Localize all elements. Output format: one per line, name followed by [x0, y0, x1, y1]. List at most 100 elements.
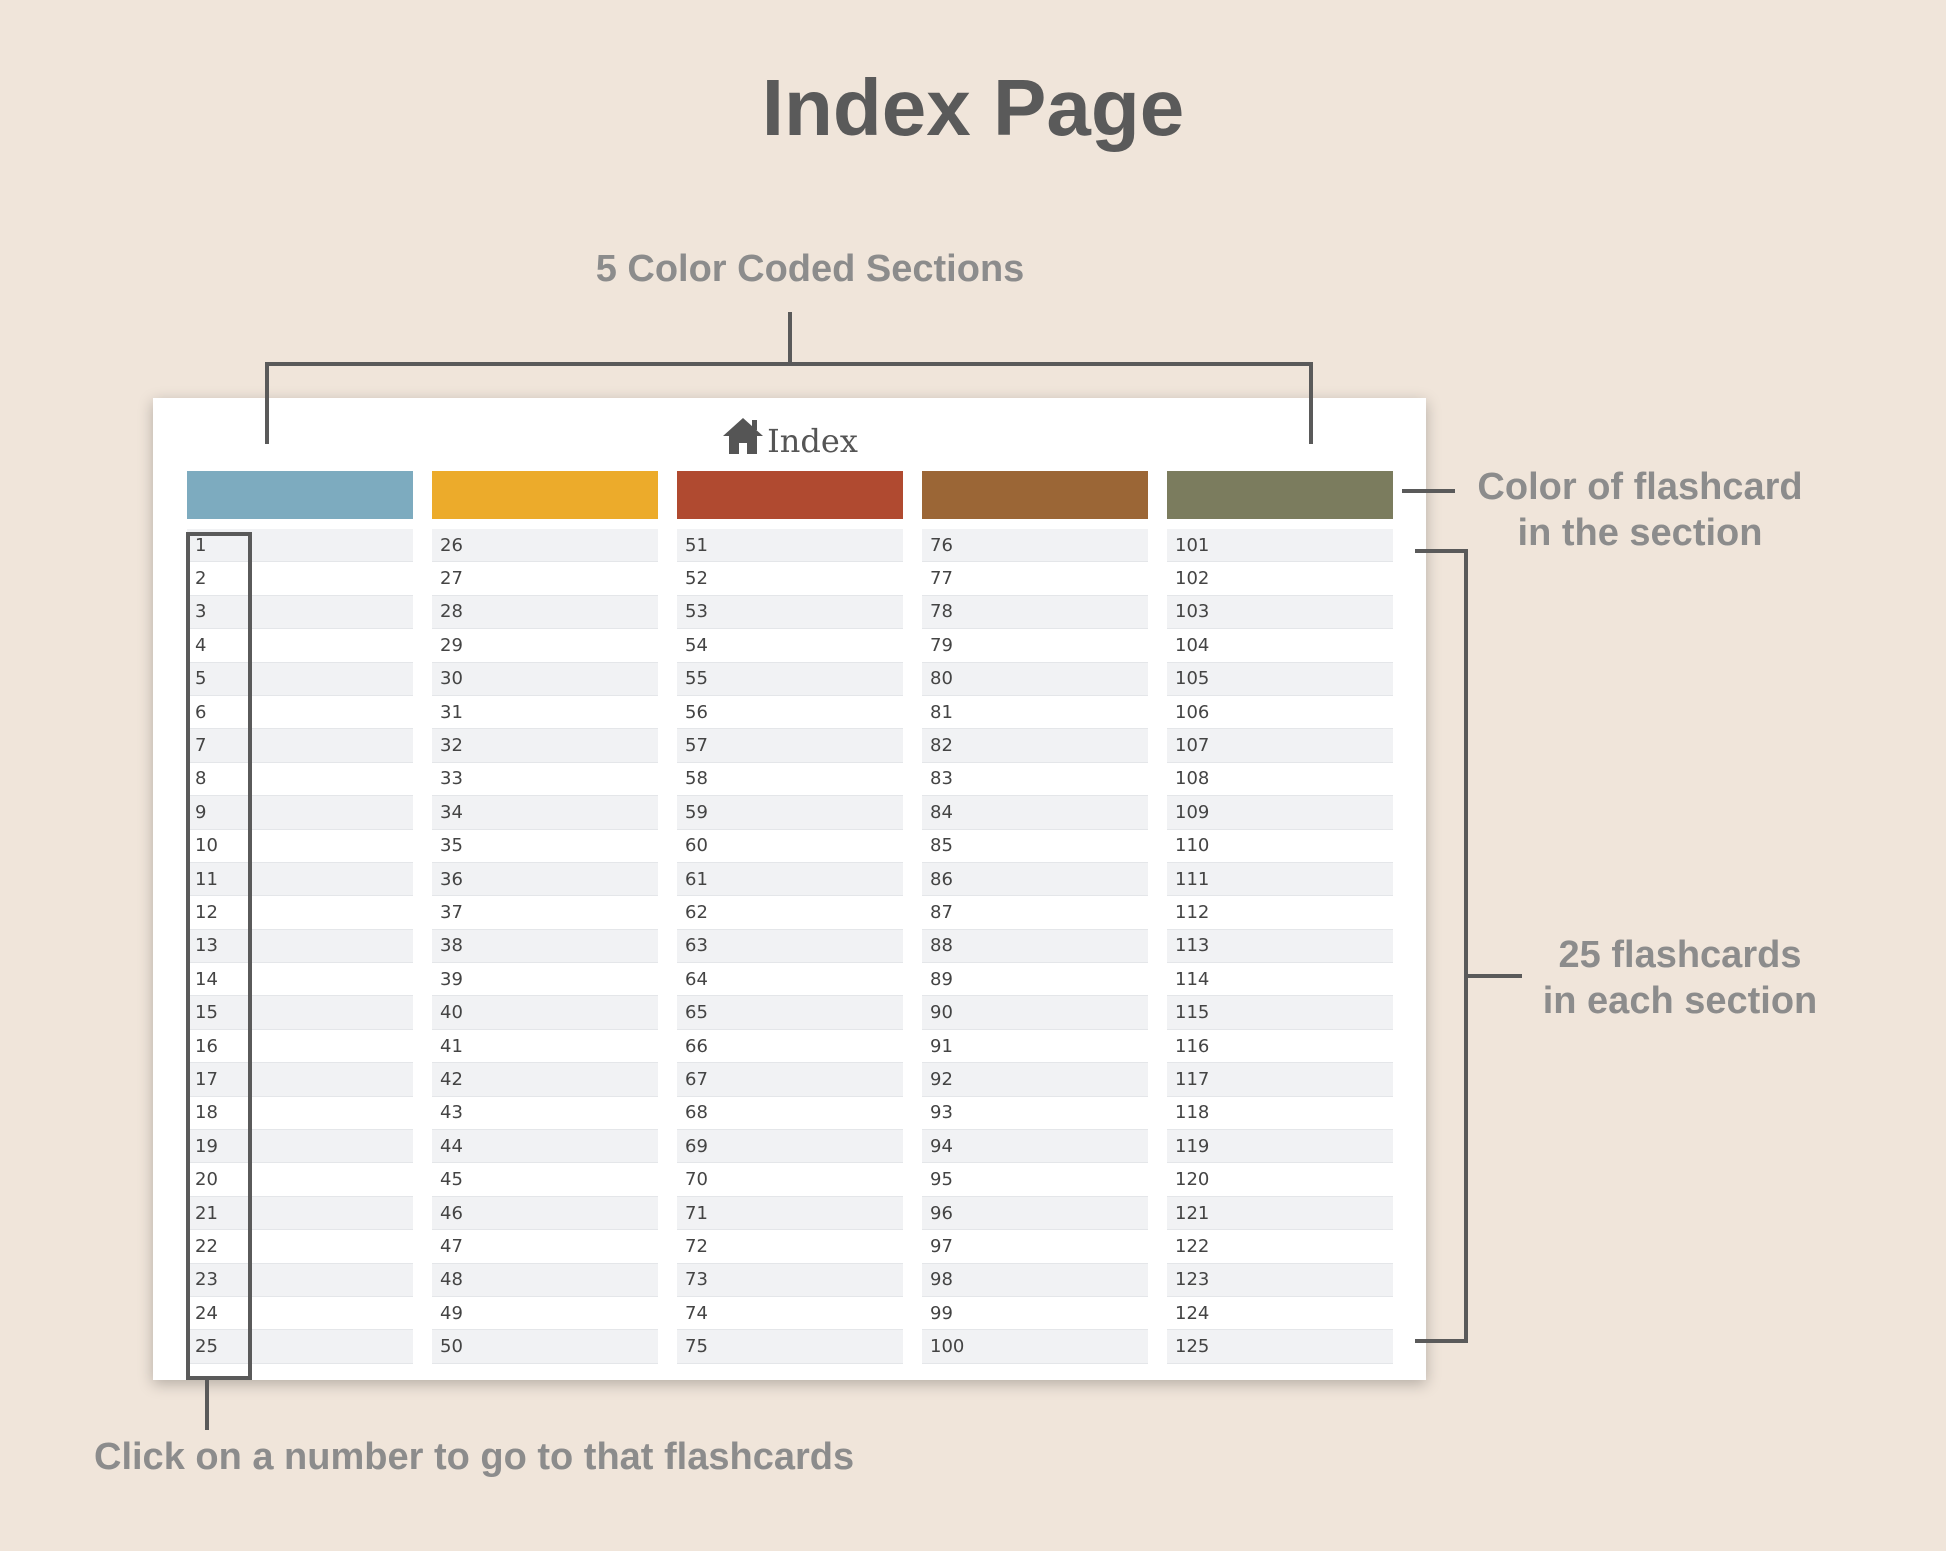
- flashcard-number-link[interactable]: 102: [1167, 562, 1393, 596]
- flashcard-number-link[interactable]: 66: [677, 1029, 903, 1064]
- flashcard-number-link[interactable]: 101: [1167, 529, 1393, 563]
- flashcard-number-link[interactable]: 63: [677, 929, 903, 964]
- flashcard-number-link[interactable]: 111: [1167, 862, 1393, 897]
- flashcard-number-link[interactable]: 29: [432, 629, 658, 663]
- flashcard-number-link[interactable]: 108: [1167, 762, 1393, 797]
- flashcard-number-link[interactable]: 119: [1167, 1130, 1393, 1164]
- flashcard-number-link[interactable]: 31: [432, 695, 658, 730]
- flashcard-number-link[interactable]: 117: [1167, 1063, 1393, 1097]
- flashcard-number-link[interactable]: 94: [922, 1130, 1148, 1164]
- flashcard-number-link[interactable]: 105: [1167, 662, 1393, 696]
- flashcard-number-link[interactable]: 51: [677, 529, 903, 563]
- flashcard-number-link[interactable]: 116: [1167, 1029, 1393, 1064]
- flashcard-number-link[interactable]: 24: [187, 1296, 413, 1331]
- flashcard-number-link[interactable]: 49: [432, 1296, 658, 1331]
- flashcard-number-link[interactable]: 56: [677, 695, 903, 730]
- flashcard-number-link[interactable]: 100: [922, 1330, 1148, 1364]
- flashcard-number-link[interactable]: 93: [922, 1096, 1148, 1131]
- flashcard-number-link[interactable]: 86: [922, 862, 1148, 897]
- flashcard-number-link[interactable]: 73: [677, 1263, 903, 1297]
- flashcard-number-link[interactable]: 91: [922, 1029, 1148, 1064]
- flashcard-number-link[interactable]: 35: [432, 829, 658, 863]
- flashcard-number-link[interactable]: 69: [677, 1130, 903, 1164]
- flashcard-number-link[interactable]: 121: [1167, 1196, 1393, 1231]
- flashcard-number-link[interactable]: 39: [432, 963, 658, 997]
- flashcard-number-link[interactable]: 38: [432, 929, 658, 964]
- flashcard-number-link[interactable]: 120: [1167, 1163, 1393, 1197]
- flashcard-number-link[interactable]: 84: [922, 796, 1148, 830]
- flashcard-number-link[interactable]: 98: [922, 1263, 1148, 1297]
- flashcard-number-link[interactable]: 104: [1167, 629, 1393, 663]
- flashcard-number-link[interactable]: 11: [187, 862, 413, 897]
- flashcard-number-link[interactable]: 89: [922, 963, 1148, 997]
- flashcard-number-link[interactable]: 9: [187, 796, 413, 830]
- flashcard-number-link[interactable]: 64: [677, 963, 903, 997]
- flashcard-number-link[interactable]: 67: [677, 1063, 903, 1097]
- flashcard-number-link[interactable]: 50: [432, 1330, 658, 1364]
- flashcard-number-link[interactable]: 110: [1167, 829, 1393, 863]
- flashcard-number-link[interactable]: 2: [187, 562, 413, 596]
- flashcard-number-link[interactable]: 76: [922, 529, 1148, 563]
- flashcard-number-link[interactable]: 115: [1167, 996, 1393, 1030]
- flashcard-number-link[interactable]: 22: [187, 1230, 413, 1264]
- flashcard-number-link[interactable]: 59: [677, 796, 903, 830]
- flashcard-number-link[interactable]: 75: [677, 1330, 903, 1364]
- flashcard-number-link[interactable]: 26: [432, 529, 658, 563]
- flashcard-number-link[interactable]: 54: [677, 629, 903, 663]
- flashcard-number-link[interactable]: 23: [187, 1263, 413, 1297]
- flashcard-number-link[interactable]: 99: [922, 1296, 1148, 1331]
- flashcard-number-link[interactable]: 32: [432, 729, 658, 763]
- flashcard-number-link[interactable]: 61: [677, 862, 903, 897]
- flashcard-number-link[interactable]: 88: [922, 929, 1148, 964]
- flashcard-number-link[interactable]: 40: [432, 996, 658, 1030]
- flashcard-number-link[interactable]: 82: [922, 729, 1148, 763]
- flashcard-number-link[interactable]: 96: [922, 1196, 1148, 1231]
- flashcard-number-link[interactable]: 18: [187, 1096, 413, 1131]
- flashcard-number-link[interactable]: 113: [1167, 929, 1393, 964]
- flashcard-number-link[interactable]: 30: [432, 662, 658, 696]
- flashcard-number-link[interactable]: 12: [187, 896, 413, 930]
- flashcard-number-link[interactable]: 20: [187, 1163, 413, 1197]
- flashcard-number-link[interactable]: 74: [677, 1296, 903, 1331]
- flashcard-number-link[interactable]: 34: [432, 796, 658, 830]
- flashcard-number-link[interactable]: 70: [677, 1163, 903, 1197]
- flashcard-number-link[interactable]: 125: [1167, 1330, 1393, 1364]
- flashcard-number-link[interactable]: 16: [187, 1029, 413, 1064]
- flashcard-number-link[interactable]: 122: [1167, 1230, 1393, 1264]
- flashcard-number-link[interactable]: 27: [432, 562, 658, 596]
- flashcard-number-link[interactable]: 21: [187, 1196, 413, 1231]
- flashcard-number-link[interactable]: 103: [1167, 595, 1393, 630]
- flashcard-number-link[interactable]: 43: [432, 1096, 658, 1131]
- flashcard-number-link[interactable]: 33: [432, 762, 658, 797]
- flashcard-number-link[interactable]: 25: [187, 1330, 413, 1364]
- flashcard-number-link[interactable]: 15: [187, 996, 413, 1030]
- flashcard-number-link[interactable]: 92: [922, 1063, 1148, 1097]
- flashcard-number-link[interactable]: 7: [187, 729, 413, 763]
- home-icon[interactable]: [721, 416, 765, 456]
- flashcard-number-link[interactable]: 78: [922, 595, 1148, 630]
- flashcard-number-link[interactable]: 58: [677, 762, 903, 797]
- flashcard-number-link[interactable]: 4: [187, 629, 413, 663]
- flashcard-number-link[interactable]: 37: [432, 896, 658, 930]
- flashcard-number-link[interactable]: 6: [187, 695, 413, 730]
- flashcard-number-link[interactable]: 109: [1167, 796, 1393, 830]
- flashcard-number-link[interactable]: 14: [187, 963, 413, 997]
- flashcard-number-link[interactable]: 65: [677, 996, 903, 1030]
- flashcard-number-link[interactable]: 5: [187, 662, 413, 696]
- flashcard-number-link[interactable]: 90: [922, 996, 1148, 1030]
- flashcard-number-link[interactable]: 85: [922, 829, 1148, 863]
- flashcard-number-link[interactable]: 52: [677, 562, 903, 596]
- flashcard-number-link[interactable]: 60: [677, 829, 903, 863]
- flashcard-number-link[interactable]: 112: [1167, 896, 1393, 930]
- flashcard-number-link[interactable]: 72: [677, 1230, 903, 1264]
- flashcard-number-link[interactable]: 68: [677, 1096, 903, 1131]
- flashcard-number-link[interactable]: 79: [922, 629, 1148, 663]
- flashcard-number-link[interactable]: 53: [677, 595, 903, 630]
- flashcard-number-link[interactable]: 10: [187, 829, 413, 863]
- flashcard-number-link[interactable]: 107: [1167, 729, 1393, 763]
- flashcard-number-link[interactable]: 28: [432, 595, 658, 630]
- flashcard-number-link[interactable]: 19: [187, 1130, 413, 1164]
- flashcard-number-link[interactable]: 47: [432, 1230, 658, 1264]
- flashcard-number-link[interactable]: 87: [922, 896, 1148, 930]
- flashcard-number-link[interactable]: 97: [922, 1230, 1148, 1264]
